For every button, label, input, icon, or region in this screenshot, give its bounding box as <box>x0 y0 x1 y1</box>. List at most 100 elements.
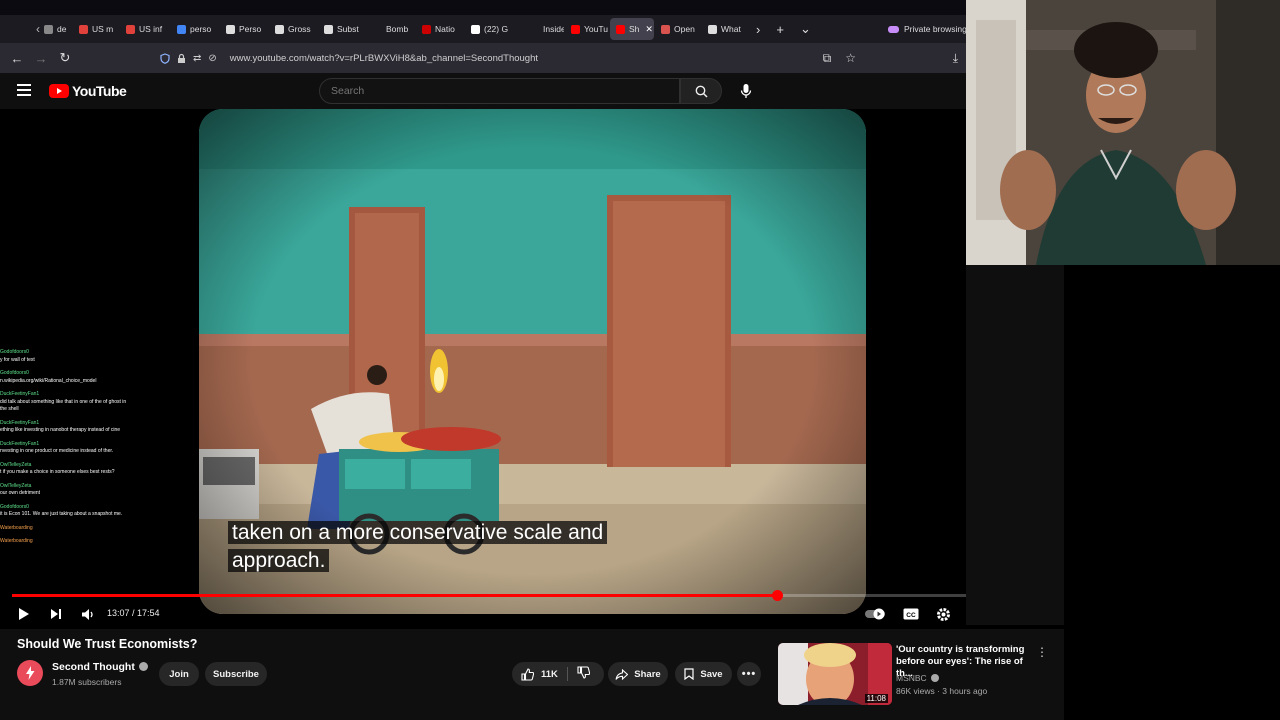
subscriber-count: 1.87M subscribers <box>52 677 122 687</box>
tab-favicon-icon <box>373 24 382 34</box>
dislike-button[interactable] <box>577 666 591 682</box>
url-bar[interactable]: ⇄ ⊘ www.youtube.com/watch?v=rPLrBWXViH8&… <box>152 47 864 69</box>
recommended-more-icon[interactable]: ⋮ <box>1036 645 1048 659</box>
back-arrow-icon[interactable]: ← <box>5 51 29 66</box>
tab-favicon-icon <box>708 24 717 34</box>
closed-captions-icon: CC <box>903 608 919 620</box>
tab-12[interactable]: Sh ✕ <box>610 18 654 40</box>
chat-username: Waterboarding <box>0 538 33 544</box>
recommended-channel-name[interactable]: MSNBC <box>896 673 927 683</box>
tab-list-chevron-icon[interactable]: ⌄ <box>792 21 819 37</box>
browser-nav-bar: ← → ↻ ⇄ ⊘ www.youtube.com/watch?v=rPLrBW… <box>0 43 966 73</box>
reload-icon[interactable]: ↻ <box>53 50 77 66</box>
autoplay-toggle[interactable] <box>865 605 889 623</box>
tab-favicon-icon <box>177 24 186 34</box>
tab-label: perso <box>190 24 212 34</box>
recommended-meta: 86K views · 3 hours ago <box>896 686 988 696</box>
tab-3[interactable]: perso <box>171 18 219 40</box>
lock-icon[interactable] <box>177 53 186 64</box>
tab-favicon-icon <box>471 24 480 34</box>
tab-favicon-icon <box>661 24 670 34</box>
tab-close-icon[interactable]: ✕ <box>645 24 653 35</box>
recommended-video[interactable]: 11:08 'Our country is transforming befor… <box>778 643 1064 705</box>
tab-13[interactable]: Open <box>655 18 701 40</box>
microphone-icon[interactable] <box>739 83 753 99</box>
join-button[interactable]: Join <box>159 662 199 686</box>
tab-8[interactable]: Natio <box>416 18 464 40</box>
screen-margin <box>1064 265 1280 720</box>
player-controls: 13:07 / 17:54 CC <box>0 599 1064 629</box>
progress-bar[interactable] <box>12 590 1056 601</box>
chat-message: DuckFeetinyFan1 nvesting in one product o… <box>0 441 132 456</box>
channel-avatar[interactable] <box>17 660 43 686</box>
video-player[interactable]: Godofdoors0 y for wall of text Godofdoors0… <box>0 109 1064 629</box>
tab-10[interactable]: Inside <box>524 18 564 40</box>
chat-message: OwlTelleyZeta our own detriment <box>0 483 132 498</box>
shield-icon[interactable] <box>160 52 170 64</box>
volume-icon <box>82 608 93 620</box>
channel-name-link[interactable]: Second Thought <box>52 661 148 673</box>
share-button[interactable]: Share <box>608 662 668 686</box>
chat-username: Godofdoors0 <box>0 370 29 376</box>
volume-button[interactable] <box>79 605 97 623</box>
downloads-icon[interactable]: ⤓ <box>953 51 958 66</box>
chat-text: ething like investing in nanobot therapy… <box>0 427 121 433</box>
play-button[interactable] <box>16 605 32 623</box>
tab-label: US inf <box>139 24 163 34</box>
tab-label: Perso <box>239 24 262 34</box>
search-button[interactable] <box>680 78 722 104</box>
autoplay-toggle-icon <box>865 608 885 620</box>
tab-favicon-icon <box>226 24 235 34</box>
chat-text: y for wall of text <box>0 356 35 363</box>
tab-favicon-icon <box>422 24 431 34</box>
tab-favicon-icon <box>324 24 333 34</box>
tab-7[interactable]: Bomb <box>367 18 415 40</box>
search-input[interactable] <box>319 78 680 104</box>
tab-11[interactable]: YouTu <box>565 18 609 40</box>
like-button[interactable]: 11K <box>521 667 558 681</box>
tab-5[interactable]: Gross <box>269 18 317 40</box>
tab-9[interactable]: (22) G <box>465 18 523 40</box>
progress-played <box>12 594 777 597</box>
permissions-icon[interactable]: ⇄ <box>193 53 201 64</box>
camera-permission-icon[interactable]: ⊘ <box>208 53 216 64</box>
captions-button[interactable]: CC <box>902 605 920 623</box>
next-button[interactable] <box>48 605 64 623</box>
verified-badge-icon <box>138 662 148 671</box>
tab-4[interactable]: Perso <box>220 18 268 40</box>
youtube-logo[interactable]: YouTube <box>49 83 127 99</box>
channel-name[interactable]: Second Thought <box>52 661 135 673</box>
new-tab-icon[interactable]: + <box>768 22 792 37</box>
tab-2[interactable]: US inf <box>120 18 170 40</box>
recommended-channel[interactable]: MSNBC <box>896 673 939 683</box>
tab-scroll-right-icon[interactable]: › <box>748 22 768 37</box>
subscribe-button[interactable]: Subscribe <box>205 662 267 686</box>
tab-1[interactable]: US m <box>73 18 119 40</box>
chat-text: nvesting in one product or medicine inst… <box>0 448 114 454</box>
tab-scroll-left-icon[interactable]: ‹ <box>36 15 40 43</box>
chat-username: Godofdoors0 <box>0 349 29 355</box>
tab-0[interactable]: de <box>38 18 72 40</box>
save-button[interactable]: Save <box>675 662 732 686</box>
caption-line-2: approach. <box>228 549 330 572</box>
like-count: 11K <box>541 668 558 680</box>
menu-hamburger-icon[interactable] <box>17 84 31 96</box>
search-icon <box>695 85 708 98</box>
forward-arrow-icon[interactable]: → <box>29 51 53 66</box>
chat-username: DuckFeetinyFan1 <box>0 440 40 447</box>
tab-6[interactable]: Subst <box>318 18 366 40</box>
picture-in-picture-icon[interactable]: ⧉ <box>823 51 832 66</box>
tab-label: Sh <box>629 24 640 34</box>
tab-favicon-icon <box>126 24 135 34</box>
more-actions-button[interactable]: ••• <box>737 662 761 686</box>
url-text[interactable]: www.youtube.com/watch?v=rPLrBWXViH8&ab_c… <box>230 53 538 64</box>
tab-14[interactable]: What <box>702 18 748 40</box>
save-playlist-icon <box>684 668 695 680</box>
bookmark-star-icon[interactable]: ☆ <box>845 51 856 65</box>
chat-text: t if you make a choice in someone elses … <box>0 469 115 475</box>
recommended-thumbnail[interactable]: 11:08 <box>778 643 892 705</box>
right-panel-background <box>966 265 1064 625</box>
youtube-header: YouTube <box>0 73 966 109</box>
settings-button[interactable] <box>934 605 952 623</box>
toolbar-right: ⤓ <box>953 43 958 73</box>
